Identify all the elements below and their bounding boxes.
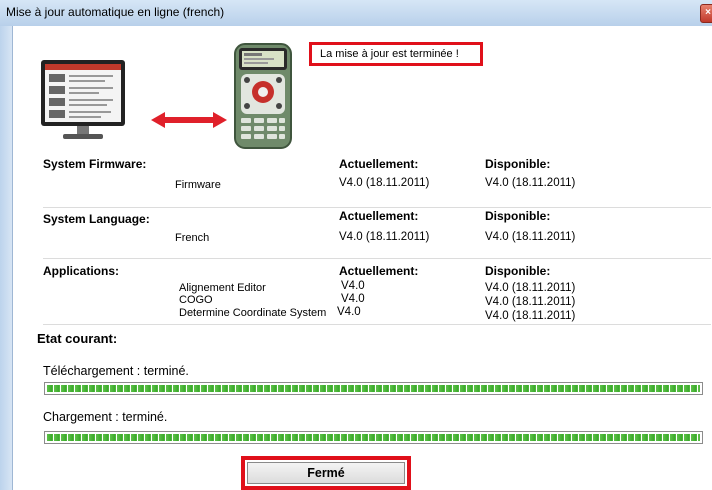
item-available-version: V4.0 (18.11.2011) bbox=[485, 282, 576, 294]
item-name: Determine Coordinate System bbox=[179, 307, 327, 319]
header-current: Actuellement: bbox=[339, 264, 419, 278]
header-available: Disponible: bbox=[485, 157, 551, 171]
item-available-version: V4.0 (18.11.2011) bbox=[485, 310, 576, 322]
section-label-applications: Applications: bbox=[43, 264, 120, 278]
item-name: Alignement Editor bbox=[179, 282, 266, 294]
upload-progress-fill bbox=[47, 434, 700, 441]
upload-status-label: Chargement : terminé. bbox=[43, 410, 168, 424]
update-complete-message: La mise à jour est terminée ! bbox=[309, 42, 483, 66]
item-current-version: V4.0 bbox=[341, 293, 365, 305]
item-current-version: V4.0 bbox=[341, 280, 365, 292]
close-button-highlight: Fermé bbox=[241, 456, 411, 490]
title-bar: Mise à jour automatique en ligne (french… bbox=[0, 0, 712, 27]
download-progress-fill bbox=[47, 385, 700, 392]
item-available-version: V4.0 (18.11.2011) bbox=[485, 231, 576, 243]
section-label-system-firmware: System Firmware: bbox=[43, 157, 147, 171]
item-name: Firmware bbox=[175, 179, 221, 191]
window-frame-left bbox=[0, 26, 13, 490]
section-divider bbox=[43, 324, 711, 325]
header-available: Disponible: bbox=[485, 209, 551, 223]
section-divider bbox=[43, 258, 711, 259]
item-current-version: V4.0 (18.11.2011) bbox=[339, 231, 430, 243]
item-name: French bbox=[175, 232, 210, 244]
computer-monitor-icon bbox=[41, 60, 125, 139]
field-controller-device-icon bbox=[234, 43, 292, 149]
window-title: Mise à jour automatique en ligne (french… bbox=[6, 5, 225, 19]
header-current: Actuellement: bbox=[339, 209, 419, 223]
header-available: Disponible: bbox=[485, 264, 551, 278]
download-progress-bar bbox=[44, 382, 703, 395]
section-label-system-language: System Language: bbox=[43, 212, 150, 226]
header-current: Actuellement: bbox=[339, 157, 419, 171]
item-current-version: V4.0 bbox=[337, 306, 361, 318]
dialog-content: La mise à jour est terminée ! System Fir… bbox=[13, 26, 712, 490]
section-divider bbox=[43, 207, 711, 208]
item-available-version: V4.0 (18.11.2011) bbox=[485, 296, 576, 308]
item-name: COGO bbox=[179, 294, 213, 306]
close-button[interactable]: Fermé bbox=[247, 462, 405, 484]
window-close-button[interactable]: × bbox=[700, 4, 712, 23]
upload-progress-bar bbox=[44, 431, 703, 444]
item-current-version: V4.0 (18.11.2011) bbox=[339, 177, 430, 189]
update-complete-text: La mise à jour est terminée ! bbox=[320, 48, 459, 60]
sync-double-arrow-icon bbox=[151, 112, 227, 128]
current-status-title: Etat courant: bbox=[37, 331, 118, 346]
download-status-label: Téléchargement : terminé. bbox=[43, 364, 189, 378]
item-available-version: V4.0 (18.11.2011) bbox=[485, 177, 576, 189]
